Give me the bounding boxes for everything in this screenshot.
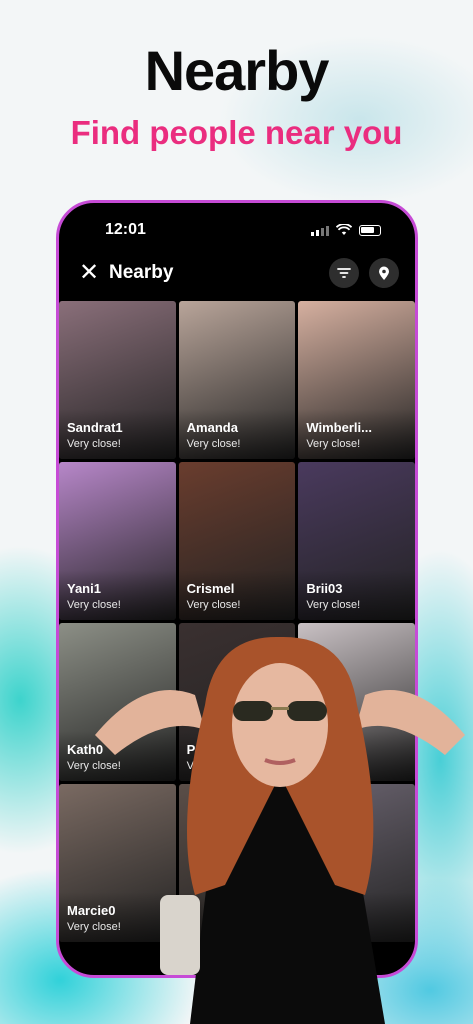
filter-icon xyxy=(337,268,351,278)
status-bar: 12:01 xyxy=(59,221,415,245)
filter-button[interactable] xyxy=(329,258,359,288)
location-pin-icon xyxy=(379,266,389,280)
close-icon[interactable]: ✕ xyxy=(79,259,99,287)
signal-icon xyxy=(311,225,329,236)
profile-card[interactable]: Wimberli... Very close! xyxy=(298,301,415,459)
wifi-icon xyxy=(336,224,352,235)
battery-icon xyxy=(359,224,381,236)
profile-name: Sandrat1 xyxy=(67,420,123,435)
profile-name: Amanda xyxy=(186,420,238,435)
profile-name: Yani1 xyxy=(67,581,101,596)
nav-bar: ✕ Nearby xyxy=(59,255,415,293)
profile-card[interactable]: Amanda Very close! xyxy=(178,301,296,459)
nav-title: Nearby xyxy=(109,262,174,283)
status-icons xyxy=(311,224,381,236)
profile-name: Crismel xyxy=(186,581,235,596)
location-button[interactable] xyxy=(369,258,399,288)
status-time: 12:01 xyxy=(105,221,146,238)
woman-photo xyxy=(95,636,465,1024)
profile-distance: Very close! xyxy=(186,599,241,611)
page-title: Nearby xyxy=(144,39,330,102)
profile-card[interactable]: Sandrat1 Very close! xyxy=(59,301,176,459)
profile-distance: Very close! xyxy=(67,599,121,611)
profile-name: Brii03 xyxy=(306,581,343,596)
profile-distance: Very close! xyxy=(306,599,361,611)
profile-distance: Very close! xyxy=(306,438,361,450)
profile-distance: Very close! xyxy=(186,438,241,450)
profile-card[interactable]: Crismel Very close! xyxy=(178,462,296,620)
profile-card[interactable]: Yani1 Very close! xyxy=(59,462,176,620)
page-subtitle: Find people near you xyxy=(70,114,403,151)
profile-distance: Very close! xyxy=(67,438,121,450)
profile-card[interactable]: Brii03 Very close! xyxy=(298,462,415,620)
profile-name: Wimberli... xyxy=(306,420,372,435)
